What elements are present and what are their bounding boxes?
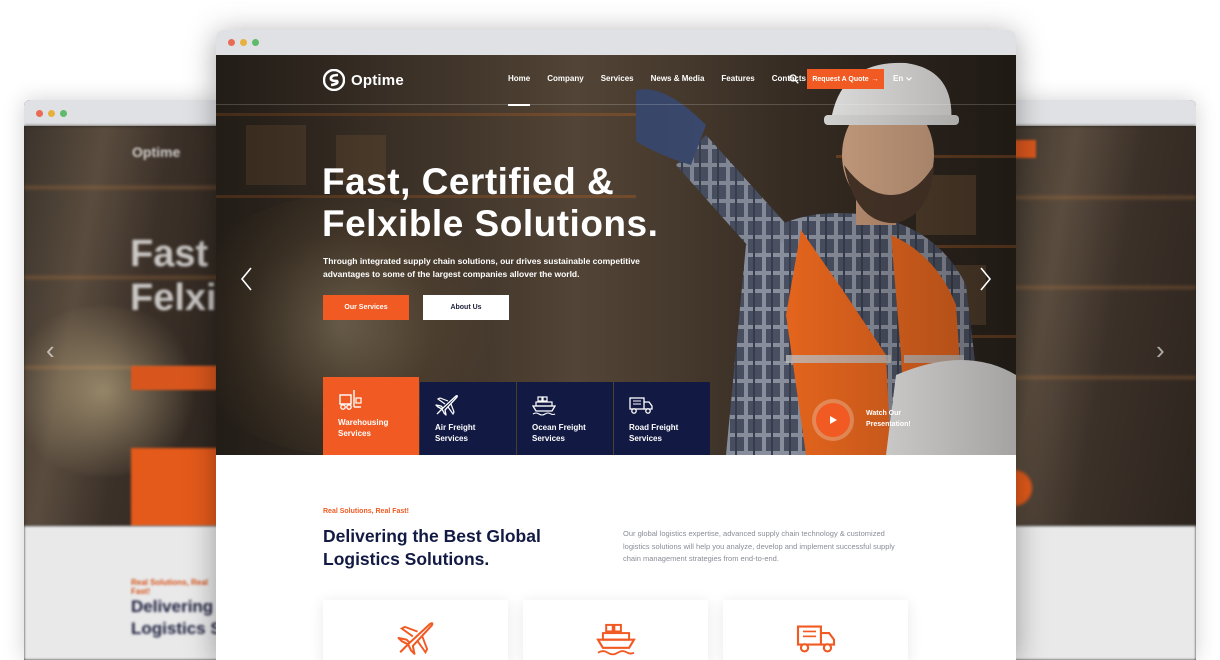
- airplane-icon: [435, 395, 458, 416]
- minimize-dot-icon: [48, 109, 55, 117]
- request-quote-button[interactable]: Request A Quote →: [807, 69, 884, 89]
- top-navbar: Optime Home Company Services News & Medi…: [216, 55, 1016, 106]
- watch-presentation-label[interactable]: Watch Our Presentation!: [866, 408, 926, 430]
- chevron-left-icon: ‹: [46, 335, 55, 365]
- main-browser-window: Optime Home Company Services News & Medi…: [216, 30, 1016, 660]
- chevron-right-icon: ›: [1156, 335, 1165, 365]
- nav-features[interactable]: Features: [721, 74, 754, 83]
- window-titlebar: [24, 100, 224, 126]
- slider-next-icon[interactable]: [979, 266, 993, 292]
- airplane-icon: [397, 622, 433, 655]
- background-service-card: [131, 448, 224, 526]
- nav-services[interactable]: Services: [601, 74, 634, 83]
- background-window-left: Optime Fast Felxi ‹ Real Solutions, Real…: [24, 100, 224, 660]
- play-video-button[interactable]: [812, 399, 854, 441]
- service-label: Warehousing Services: [338, 418, 389, 438]
- nav-home[interactable]: Home: [508, 74, 531, 106]
- arrow-right-icon: →: [871, 75, 879, 83]
- service-card-warehousing[interactable]: Warehousing Services: [323, 377, 419, 455]
- service-label: Road Freight Services: [629, 423, 679, 443]
- section-description: Our global logistics expertise, advanced…: [623, 529, 895, 563]
- background-lower-section: [996, 526, 1196, 660]
- background-heading: Delivering Logistics S: [131, 597, 222, 638]
- close-dot-icon[interactable]: [228, 39, 235, 46]
- ship-icon: [532, 396, 556, 416]
- service-card-ocean-freight[interactable]: Ocean Freight Services: [517, 382, 613, 455]
- feature-card-air[interactable]: [323, 600, 508, 660]
- window-titlebar: [996, 100, 1196, 126]
- service-card-road-freight[interactable]: Road Freight Services: [614, 382, 710, 455]
- background-logo: Optime: [132, 144, 181, 160]
- service-label: Ocean Freight Services: [532, 423, 586, 443]
- feature-card-road[interactable]: [723, 600, 908, 660]
- nav-company[interactable]: Company: [547, 74, 583, 83]
- language-selector[interactable]: En: [893, 74, 913, 83]
- hero-subtitle: Through integrated supply chain solution…: [323, 256, 640, 279]
- truck-icon: [629, 397, 653, 414]
- background-button: [131, 366, 217, 390]
- background-hero: [996, 126, 1196, 526]
- section-kicker: Real Solutions, Real Fast!: [323, 508, 409, 515]
- nav-links: Home Company Services News & Media Featu…: [508, 74, 823, 106]
- service-card-air-freight[interactable]: Air Freight Services: [420, 382, 516, 455]
- maximize-dot-icon: [60, 109, 67, 117]
- intro-section: Real Solutions, Real Fast! Delivering th…: [216, 455, 1016, 660]
- showcase-stage: Optime Fast Felxi ‹ Real Solutions, Real…: [0, 0, 1220, 660]
- maximize-dot-icon[interactable]: [252, 39, 259, 46]
- window-titlebar: [216, 30, 1016, 55]
- our-services-button[interactable]: Our Services: [323, 295, 409, 320]
- forklift-icon: [339, 390, 362, 410]
- play-icon: [830, 416, 837, 424]
- request-quote-label: Request A Quote: [812, 75, 869, 83]
- nav-news-media[interactable]: News & Media: [651, 74, 705, 83]
- slider-prev-icon[interactable]: [239, 266, 253, 292]
- feature-card-ocean[interactable]: [523, 600, 708, 660]
- ship-icon: [595, 623, 636, 656]
- background-title: Fast Felxi: [130, 233, 217, 319]
- background-window-right: ›: [996, 100, 1196, 660]
- service-label: Air Freight Services: [435, 423, 476, 443]
- truck-icon: [796, 625, 835, 653]
- close-dot-icon: [36, 109, 43, 117]
- logo[interactable]: Optime: [323, 69, 404, 91]
- hero-title: Fast, Certified & Felxible Solutions.: [322, 161, 659, 244]
- about-us-button[interactable]: About Us: [423, 295, 509, 320]
- logo-text: Optime: [351, 71, 404, 89]
- optime-logo-icon: [323, 69, 345, 91]
- minimize-dot-icon[interactable]: [240, 39, 247, 46]
- background-kicker: Real Solutions, Real Fast!: [131, 578, 208, 596]
- chevron-down-icon: [906, 76, 913, 81]
- section-title: Delivering the Best Global Logistics Sol…: [323, 526, 541, 569]
- search-icon[interactable]: [789, 74, 799, 84]
- language-label: En: [893, 74, 904, 83]
